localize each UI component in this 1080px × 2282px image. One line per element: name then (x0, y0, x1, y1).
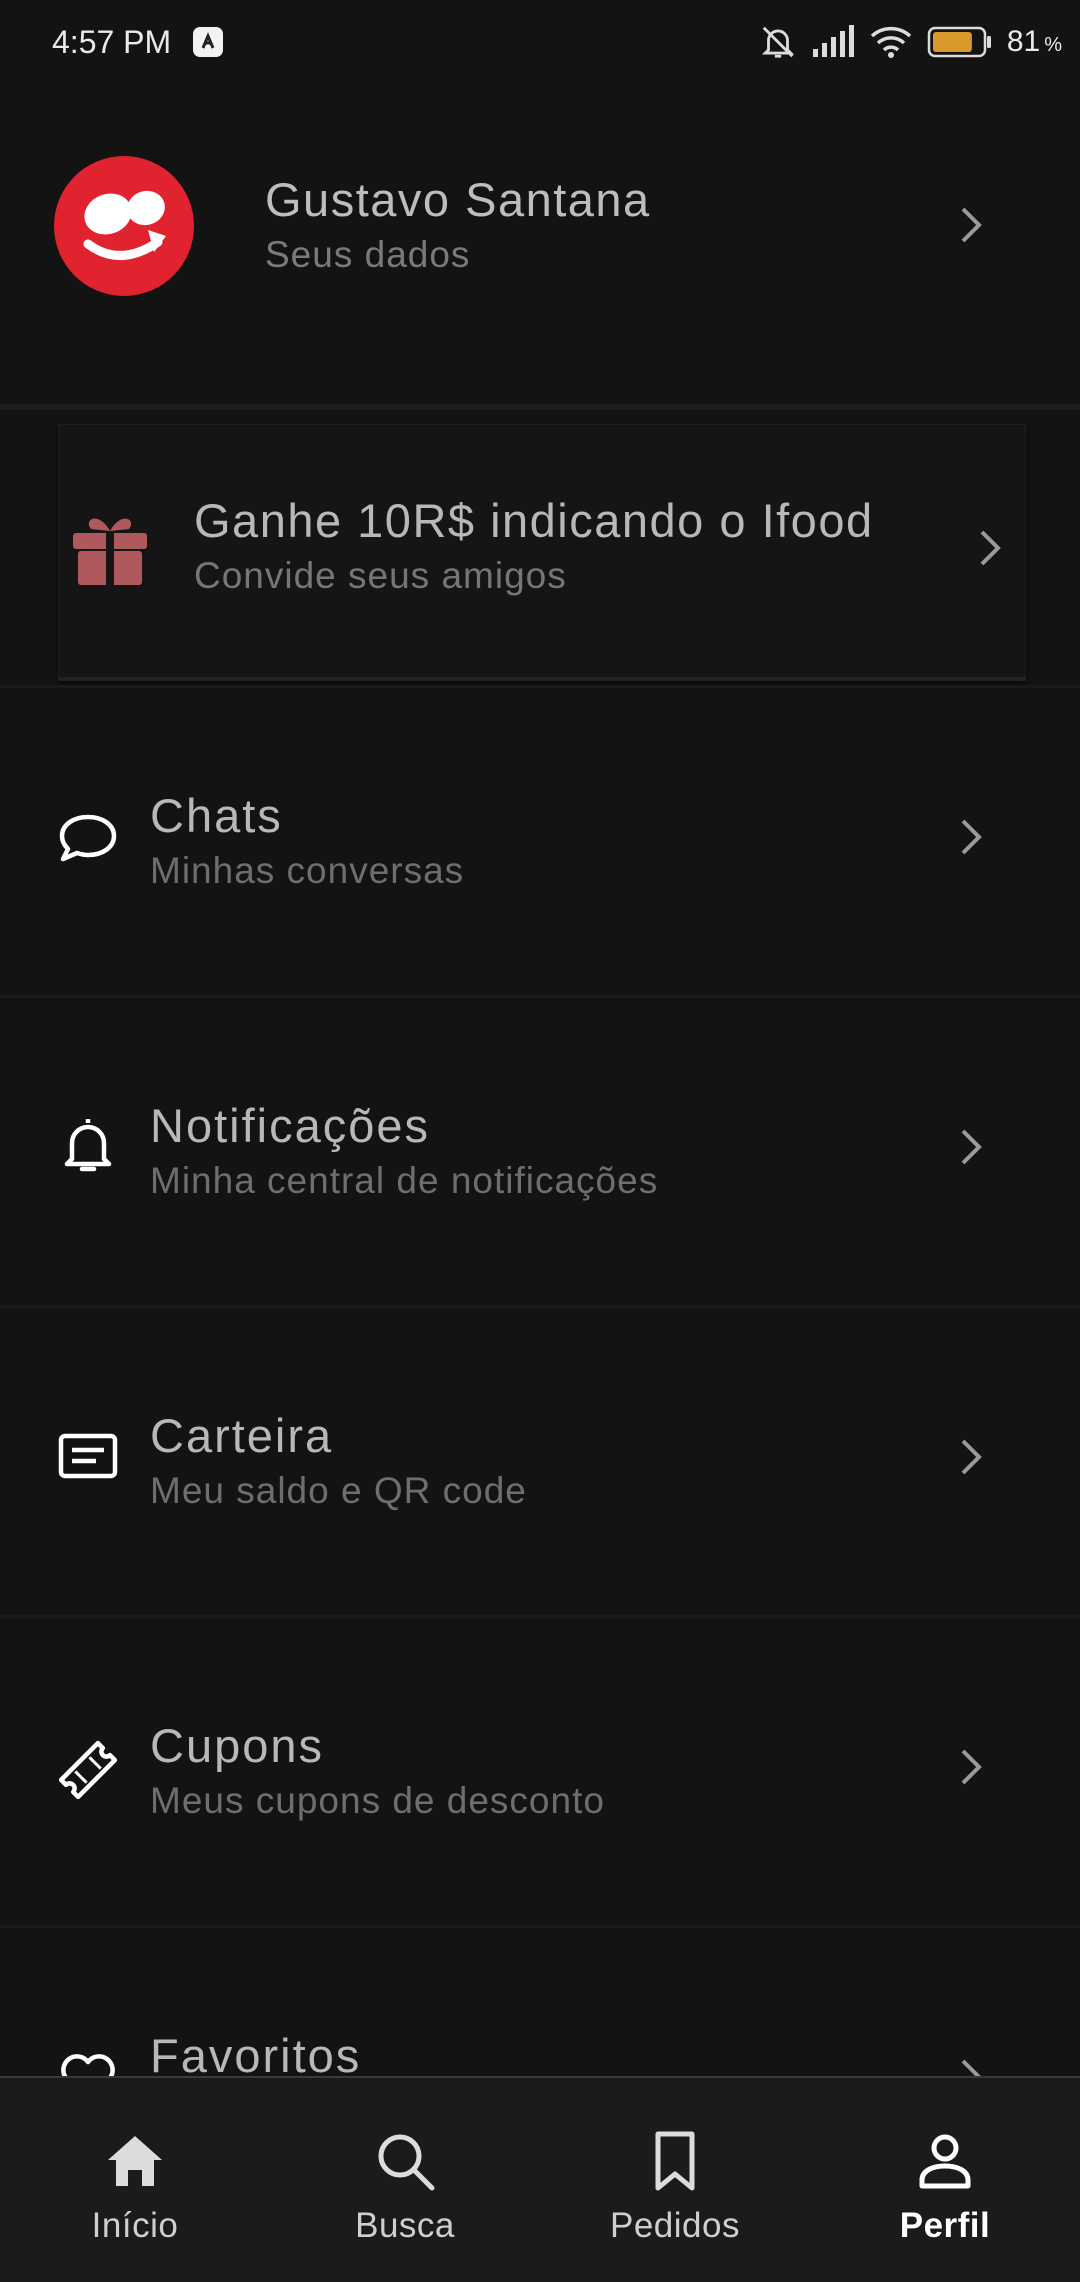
menu-item-coupons[interactable]: Cupons Meus cupons de desconto (0, 1615, 1080, 1920)
chat-icon (59, 814, 117, 862)
silent-bell-icon (761, 26, 794, 58)
menu-item-chats[interactable]: Chats Minhas conversas (0, 685, 1080, 990)
person-icon (919, 2134, 971, 2189)
nav-item-perfil[interactable]: Perfil (810, 2078, 1080, 2282)
battery-icon (927, 26, 991, 58)
nav-label: Perfil (899, 2206, 991, 2245)
nav-label: Busca (355, 2206, 455, 2245)
nav-item-busca[interactable]: Busca (270, 2078, 540, 2282)
chevron-right-icon (961, 1439, 982, 1475)
app-notification-icon (193, 27, 224, 57)
profile-name: Gustavo Santana (265, 173, 651, 226)
chevron-right-icon (980, 530, 1001, 566)
home-icon (108, 2136, 162, 2186)
menu-title: Favoritos (150, 2029, 362, 2079)
wallet-icon (58, 1433, 118, 1479)
referral-title: Ganhe 10R$ indicando o Ifood (194, 494, 874, 547)
menu-item-notifications[interactable]: Notificações Minha central de notificaçõ… (0, 995, 1080, 1300)
wifi-icon (870, 26, 912, 58)
gift-icon (73, 518, 147, 585)
bottom-navigation: Início Busca Pedidos Perfil (0, 2076, 1080, 2282)
bell-icon (64, 1119, 112, 1172)
profile-header[interactable]: Gustavo Santana Seus dados (0, 84, 1080, 410)
nav-label: Pedidos (610, 2206, 740, 2245)
menu-subtitle: Minhas conversas (150, 850, 465, 891)
battery-percentage: 81% (1006, 25, 1062, 58)
menu-item-favorites[interactable]: Favoritos (0, 1925, 1080, 2079)
status-bar: 4:57 PM 81% (0, 0, 1080, 84)
menu-item-wallet[interactable]: Carteira Meu saldo e QR code (0, 1305, 1080, 1610)
menu-title: Cupons (150, 1719, 324, 1772)
search-icon (378, 2134, 435, 2191)
bookmark-icon (655, 2131, 695, 2191)
menu-title: Notificações (150, 1099, 430, 1152)
signal-icon (812, 25, 854, 57)
nav-item-inicio[interactable]: Início (0, 2078, 270, 2282)
nav-item-pedidos[interactable]: Pedidos (540, 2078, 810, 2282)
chevron-right-icon (961, 207, 982, 243)
avatar (54, 156, 194, 296)
heart-icon (61, 2054, 115, 2079)
referral-card[interactable]: Ganhe 10R$ indicando o Ifood Convide seu… (58, 424, 1026, 681)
menu-subtitle: Meu saldo e QR code (150, 1470, 527, 1511)
menu-subtitle: Meus cupons de desconto (150, 1780, 605, 1821)
ticket-icon (58, 1740, 118, 1800)
chevron-right-icon (961, 1749, 982, 1785)
chevron-right-icon (961, 1129, 982, 1165)
ifood-logo-icon (83, 190, 166, 260)
referral-subtitle: Convide seus amigos (194, 555, 567, 596)
nav-label: Início (91, 2206, 179, 2245)
menu-subtitle: Minha central de notificações (150, 1160, 659, 1201)
profile-subtitle: Seus dados (265, 234, 471, 275)
menu-title: Carteira (150, 1409, 334, 1462)
menu-title: Chats (150, 789, 283, 842)
chevron-right-icon (961, 819, 982, 855)
status-time: 4:57 PM (52, 23, 172, 60)
